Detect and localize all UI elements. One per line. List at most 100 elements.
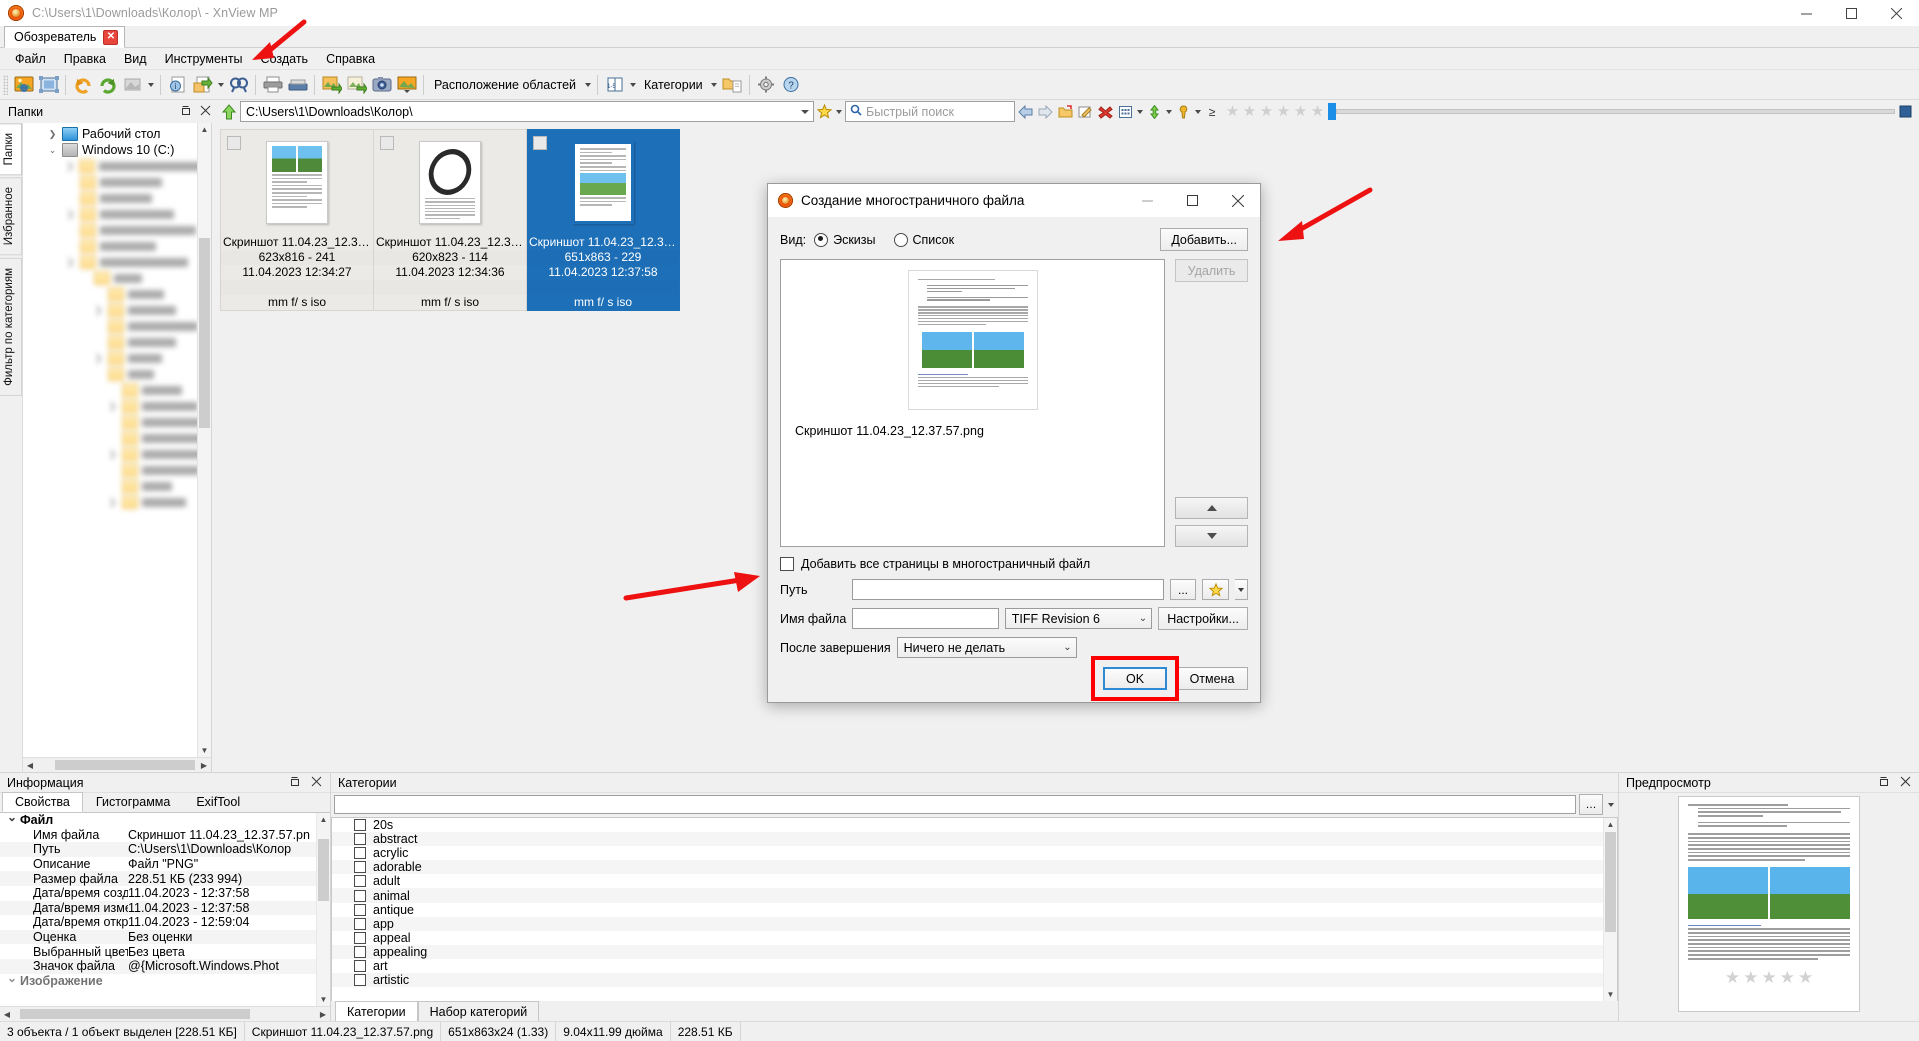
tab-exiftool[interactable]: ExifTool xyxy=(183,792,253,812)
category-checkbox[interactable] xyxy=(354,917,366,930)
scroll-right-icon[interactable]: ▶ xyxy=(197,758,211,772)
dialog-minimize-button[interactable] xyxy=(1125,184,1170,217)
chevron-right-icon[interactable] xyxy=(65,238,76,254)
thumbnail-image-area[interactable] xyxy=(221,130,373,235)
folder-tree[interactable]: ❯ Рабочий стол ⌄ Windows 10 (C:) ❯ ❯ ❯ ❯ ❯ ❯ ❯… xyxy=(23,123,211,757)
cancel-button[interactable]: Отмена xyxy=(1176,667,1248,690)
pages-dropdown-icon[interactable] xyxy=(627,72,638,97)
category-checkbox[interactable] xyxy=(354,889,366,902)
rating-star[interactable]: ★ xyxy=(1780,968,1795,988)
filename-input[interactable] xyxy=(852,608,999,629)
tree-item-blurred[interactable] xyxy=(23,318,211,334)
scroll-up-icon[interactable]: ▲ xyxy=(198,123,211,136)
property-row[interactable]: Дата/время открытия11.04.2023 - 12:59:04 xyxy=(0,915,330,930)
forward-arrow-icon[interactable] xyxy=(1035,101,1055,122)
close-icon[interactable]: ✕ xyxy=(103,29,119,45)
vtab-favorites[interactable]: Избранное xyxy=(0,177,22,256)
chevron-right-icon[interactable] xyxy=(79,270,90,286)
chevron-right-icon[interactable]: ❯ xyxy=(93,302,104,318)
minimize-button[interactable] xyxy=(1784,0,1829,26)
rating-star[interactable]: ★ xyxy=(1258,104,1275,119)
thumbnail-checkbox[interactable] xyxy=(227,136,241,150)
chevron-right-icon[interactable] xyxy=(107,414,118,430)
scroll-down-icon[interactable]: ▼ xyxy=(198,744,211,757)
property-row[interactable]: Дата/время создания11.04.2023 - 12:37:58 xyxy=(0,886,330,901)
rating-star[interactable]: ★ xyxy=(1798,968,1813,988)
undock-icon[interactable] xyxy=(180,105,191,119)
tree-item-blurred[interactable] xyxy=(23,462,211,478)
categories-dropdown-icon[interactable] xyxy=(709,72,720,97)
category-row[interactable]: 20s xyxy=(332,818,1617,832)
convert-dropdown-icon[interactable] xyxy=(145,72,156,97)
move-down-button[interactable] xyxy=(1175,525,1248,547)
property-row[interactable]: Дата/время изменения11.04.2023 - 12:37:5… xyxy=(0,900,330,916)
preview-image-area[interactable]: ★ ★ ★ ★ ★ xyxy=(1619,793,1919,1021)
categories-label[interactable]: Категории xyxy=(638,78,709,92)
chevron-right-icon[interactable]: ❯ xyxy=(107,494,118,510)
categories-dropdown-icon[interactable] xyxy=(1606,794,1615,815)
close-icon[interactable] xyxy=(200,105,211,119)
thumbnail-zoom-slider[interactable] xyxy=(1328,102,1895,121)
chevron-right-icon[interactable] xyxy=(93,286,104,302)
hscrollbar-thumb[interactable] xyxy=(55,760,195,770)
rating-star[interactable]: ★ xyxy=(1725,968,1740,988)
thumbnail-checkbox[interactable] xyxy=(533,136,547,150)
property-group-header[interactable]: Файл xyxy=(0,813,330,828)
thumbnail-image-area[interactable] xyxy=(527,130,679,235)
category-row[interactable]: adorable xyxy=(332,860,1617,875)
chevron-right-icon[interactable] xyxy=(107,430,118,446)
category-checkbox[interactable] xyxy=(354,847,366,860)
slider-knob[interactable] xyxy=(1328,103,1336,120)
compare-icon[interactable]: ≥ xyxy=(1202,101,1222,122)
tree-item-blurred[interactable] xyxy=(23,382,211,398)
batch-rename-icon[interactable] xyxy=(344,72,369,97)
category-checkbox[interactable] xyxy=(354,959,366,972)
menu-create[interactable]: Создать xyxy=(252,50,318,68)
address-input[interactable]: C:\Users\1\Downloads\Колор\ xyxy=(240,101,814,122)
property-row[interactable]: Имя файла Скриншот 11.04.23_12.37.57.pn xyxy=(0,828,330,843)
tab-categories[interactable]: Категории xyxy=(335,1001,418,1022)
add-all-pages-row[interactable]: Добавить все страницы в многостраничный … xyxy=(780,557,1248,571)
tab-category-set[interactable]: Набор категорий xyxy=(417,1001,540,1022)
chevron-down-icon[interactable] xyxy=(797,103,813,120)
chevron-right-icon[interactable] xyxy=(65,222,76,238)
radio-thumbnails[interactable]: Эскизы xyxy=(814,232,876,247)
properties-scrollbar[interactable]: ▲ ▼ xyxy=(316,813,330,1006)
export-dropdown-icon[interactable] xyxy=(215,72,226,97)
undock-icon[interactable] xyxy=(1878,776,1889,790)
property-row[interactable]: Значок файла @{Microsoft.Windows.Phot xyxy=(0,958,330,974)
chevron-right-icon[interactable] xyxy=(65,174,76,190)
category-checkbox[interactable] xyxy=(354,974,366,987)
search-input[interactable]: Быстрый поиск xyxy=(845,101,1015,122)
scroll-down-icon[interactable]: ▼ xyxy=(317,993,330,1006)
scroll-left-icon[interactable]: ◀ xyxy=(23,758,37,772)
batch-convert-icon[interactable] xyxy=(319,72,344,97)
category-row[interactable]: appeal xyxy=(332,931,1617,945)
category-row[interactable]: animal xyxy=(332,888,1617,903)
property-row[interactable]: Путь C:\Users\1\Downloads\Колор xyxy=(0,842,330,857)
chevron-right-icon[interactable]: ❯ xyxy=(65,254,76,270)
move-up-button[interactable] xyxy=(1175,497,1248,519)
category-row[interactable]: abstract xyxy=(332,832,1617,847)
new-folder-icon[interactable] xyxy=(1055,101,1075,122)
tree-item-blurred[interactable]: ❯ xyxy=(23,206,211,222)
close-button[interactable] xyxy=(1874,0,1919,26)
property-group-header-next[interactable]: Изображение xyxy=(0,971,330,989)
property-row[interactable]: Выбранный цвет Без цвета xyxy=(0,944,330,959)
go-up-icon[interactable] xyxy=(218,101,240,122)
property-row[interactable]: Размер файла 228.51 КБ (233 994) xyxy=(0,871,330,886)
tree-item-blurred[interactable] xyxy=(23,334,211,350)
format-select[interactable]: TIFF Revision 6 ⌄ xyxy=(1004,608,1153,629)
rating-star[interactable]: ★ xyxy=(1292,104,1309,119)
tree-item-blurred[interactable] xyxy=(23,270,211,286)
scroll-right-icon[interactable]: ▶ xyxy=(316,1007,330,1021)
filter-icon[interactable] xyxy=(1173,101,1193,122)
categories-scrollbar[interactable]: ▲ ▼ xyxy=(1603,818,1617,1001)
delete-red-x-icon[interactable] xyxy=(1095,101,1115,122)
chevron-right-icon[interactable] xyxy=(65,190,76,206)
scroll-left-icon[interactable]: ◀ xyxy=(0,1007,14,1021)
view-mode-icon[interactable] xyxy=(1895,101,1915,122)
categories-more-button[interactable]: … xyxy=(1579,794,1603,815)
browse-button[interactable]: ... xyxy=(1170,579,1196,600)
menu-help[interactable]: Справка xyxy=(317,50,384,68)
